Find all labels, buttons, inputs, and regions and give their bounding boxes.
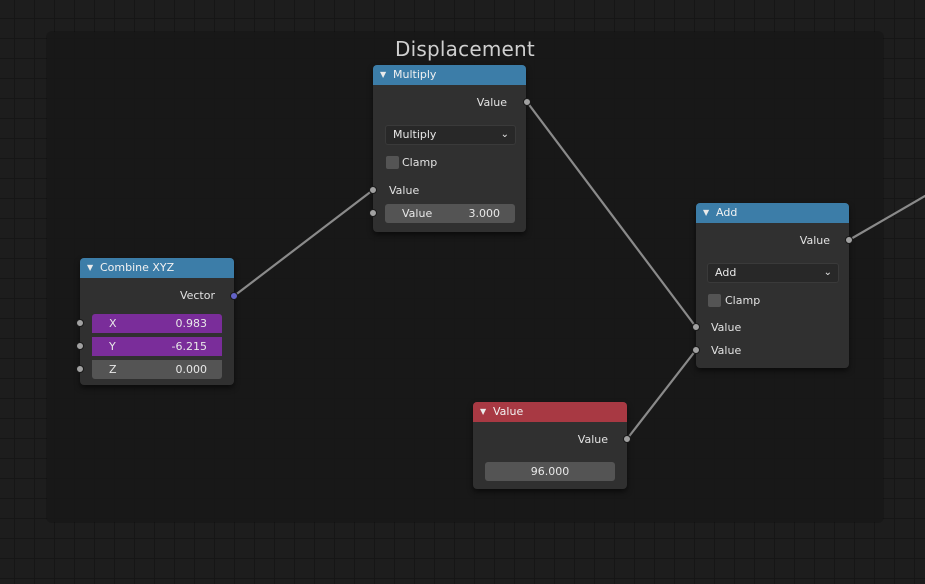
node-header[interactable]: ▼ Value — [473, 402, 627, 422]
x-field[interactable]: X 0.983 — [92, 314, 222, 333]
node-multiply[interactable]: ▼ Multiply Value Multiply ⌄ Clamp Value … — [373, 65, 526, 232]
operation-value: Add — [715, 266, 737, 279]
link-multiply-to-add — [525, 100, 698, 329]
output-label: Value — [476, 96, 507, 109]
node-add[interactable]: ▼ Add Value Add ⌄ Clamp Value Value — [696, 203, 849, 368]
value-field-label: Value — [402, 207, 433, 220]
node-title: Multiply — [393, 68, 437, 81]
add-output-socket[interactable] — [845, 236, 853, 244]
combine-xyz-y-socket[interactable] — [76, 342, 84, 350]
value-field[interactable]: Value 3.000 — [385, 204, 515, 223]
clamp-checkbox[interactable] — [386, 156, 399, 169]
add-input-socket-2[interactable] — [692, 346, 700, 354]
collapse-icon[interactable]: ▼ — [703, 203, 709, 223]
y-field[interactable]: Y -6.215 — [92, 337, 222, 356]
z-field[interactable]: Z 0.000 — [92, 360, 222, 379]
add-input-socket-1[interactable] — [692, 323, 700, 331]
multiply-input-socket-2[interactable] — [369, 209, 377, 217]
operation-value: Multiply — [393, 128, 437, 141]
clamp-checkbox[interactable] — [708, 294, 721, 307]
link-value-to-add — [625, 348, 698, 441]
z-field-value: 0.000 — [175, 363, 208, 376]
input-label-1: Value — [711, 321, 742, 334]
node-title: Add — [716, 206, 738, 219]
value-input-field[interactable]: 96.000 — [485, 462, 615, 481]
combine-xyz-z-socket[interactable] — [76, 365, 84, 373]
chevron-down-icon: ⌄ — [823, 267, 832, 278]
input-label-2: Value — [711, 344, 742, 357]
multiply-output-socket[interactable] — [523, 98, 531, 106]
node-header[interactable]: ▼ Multiply — [373, 65, 526, 85]
value-output-socket[interactable] — [623, 435, 631, 443]
combine-xyz-x-socket[interactable] — [76, 319, 84, 327]
x-field-label: X — [109, 317, 117, 330]
y-field-value: -6.215 — [171, 340, 207, 353]
output-label: Value — [799, 234, 830, 247]
multiply-input-socket-1[interactable] — [369, 186, 377, 194]
operation-dropdown[interactable]: Add ⌄ — [707, 263, 839, 283]
operation-dropdown[interactable]: Multiply ⌄ — [385, 125, 516, 145]
value-field-value: 3.000 — [468, 207, 501, 220]
y-field-label: Y — [109, 340, 116, 353]
node-header[interactable]: ▼ Add — [696, 203, 849, 223]
collapse-icon[interactable]: ▼ — [87, 258, 93, 278]
output-label: Value — [577, 433, 608, 446]
collapse-icon[interactable]: ▼ — [380, 65, 386, 85]
clamp-label: Clamp — [725, 294, 761, 307]
input-label: Value — [389, 184, 420, 197]
output-label: Vector — [179, 289, 215, 302]
z-field-label: Z — [109, 363, 117, 376]
clamp-label: Clamp — [402, 156, 438, 169]
node-combine-xyz[interactable]: ▼ Combine XYZ Vector X 0.983 Y -6.215 Z … — [80, 258, 234, 385]
link-combine-to-multiply — [232, 188, 375, 298]
collapse-icon[interactable]: ▼ — [480, 402, 486, 422]
chevron-down-icon: ⌄ — [500, 129, 509, 140]
value-input-value: 96.000 — [530, 465, 570, 478]
node-value[interactable]: ▼ Value Value 96.000 — [473, 402, 627, 489]
node-title: Combine XYZ — [100, 261, 175, 274]
node-header[interactable]: ▼ Combine XYZ — [80, 258, 234, 278]
x-field-value: 0.983 — [175, 317, 208, 330]
combine-xyz-output-socket[interactable] — [230, 292, 238, 300]
link-add-to-output — [847, 194, 925, 242]
node-title: Value — [493, 405, 524, 418]
